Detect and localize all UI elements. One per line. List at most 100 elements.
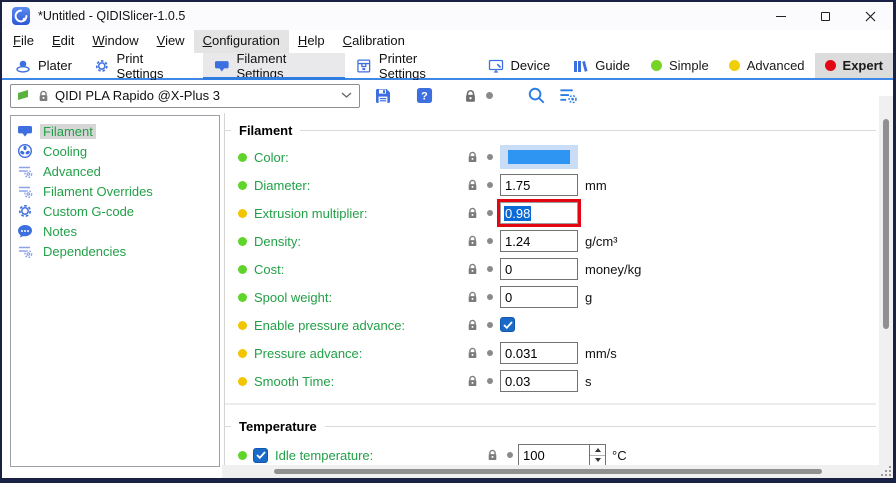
revert-dot-icon[interactable] [487,322,493,328]
sidebar-item-cooling[interactable]: Cooling [11,141,219,161]
sliders-gear-icon [17,163,33,179]
grip-dots-icon [881,466,891,476]
minimize-icon [776,16,786,17]
tab-printer-settings[interactable]: Printer Settings [345,53,476,78]
lock-icon[interactable] [466,262,479,279]
sidebar-label: Dependencies [40,244,129,259]
revert-dot-icon[interactable] [507,452,513,458]
simple-dot-icon [651,60,662,71]
sliders-gear-icon [17,183,33,199]
revert-dot-icon[interactable] [487,210,493,216]
diameter-input[interactable] [500,174,578,196]
setting-row-color: Color: [235,143,876,171]
setting-label: Density: [254,234,301,249]
unit-label: g [585,290,592,305]
lock-icon[interactable] [466,290,479,307]
horizontal-scrollbar[interactable] [222,465,879,478]
sidebar-item-custom-gcode[interactable]: Custom G-code [11,201,219,221]
sidebar-item-filament[interactable]: Filament [11,121,219,141]
spin-up-button[interactable] [590,445,605,456]
selected-text: 0.98 [504,206,531,221]
spool-weight-input[interactable] [500,286,578,308]
sidebar-item-notes[interactable]: Notes [11,221,219,241]
section-title-text: Filament [239,123,292,138]
sidebar-item-filament-overrides[interactable]: Filament Overrides [11,181,219,201]
chevron-down-icon [341,92,352,99]
enable-pressure-advance-checkbox[interactable] [500,317,515,332]
lock-toggle-button[interactable] [463,88,478,104]
tab-label: Guide [595,58,630,73]
revert-dot-icon[interactable] [487,238,493,244]
lock-icon [463,88,478,104]
lock-icon[interactable] [466,234,479,251]
lock-icon[interactable] [466,150,479,167]
menu-edit[interactable]: Edit [43,30,83,53]
setting-label: Pressure advance: [254,346,362,361]
app-logo-icon [12,7,30,25]
revert-dot-icon[interactable] [487,182,493,188]
cost-input[interactable] [500,258,578,280]
fan-icon [17,143,33,159]
help-button[interactable]: ? [416,87,433,104]
revert-dot-icon[interactable] [486,92,493,99]
setting-label: Cost: [254,262,284,277]
idle-temperature-checkbox[interactable] [253,448,268,463]
idle-temperature-input[interactable] [518,444,590,465]
revert-dot-icon[interactable] [487,350,493,356]
menu-file[interactable]: File [4,30,43,53]
save-preset-button[interactable] [374,87,392,105]
vertical-scrollbar-thumb[interactable] [883,119,889,329]
smooth-time-input[interactable] [500,370,578,392]
lock-icon[interactable] [466,374,479,391]
vertical-scrollbar[interactable] [879,96,893,478]
revert-dot-icon[interactable] [487,378,493,384]
setting-row-idle-temperature: Idle temperature: °C [235,441,876,465]
color-swatch[interactable] [500,145,578,169]
advanced-dot-icon [729,60,740,71]
lock-icon[interactable] [466,318,479,335]
pressure-advance-input[interactable] [500,342,578,364]
density-input[interactable] [500,230,578,252]
filament-rows: Color: Diameter: mm Extrusion multiplier… [235,143,876,395]
setting-label: Enable pressure advance: [254,318,405,333]
tab-guide[interactable]: Guide [561,53,641,78]
maximize-button[interactable] [803,2,848,30]
sidebar-item-advanced[interactable]: Advanced [11,161,219,181]
status-dot [238,451,247,460]
search-button[interactable] [527,86,546,105]
tab-filament-settings[interactable]: Filament Settings [203,53,345,78]
mode-simple[interactable]: Simple [641,53,719,78]
gear-icon [17,203,33,219]
revert-dot-icon[interactable] [487,266,493,272]
sidebar-label: Custom G-code [40,204,137,219]
window-title: *Untitled - QIDISlicer-1.0.5 [38,9,185,23]
setting-row-enable-pressure-advance: Enable pressure advance: [235,311,876,339]
tab-label: Device [511,58,551,73]
mode-expert[interactable]: Expert [815,53,893,78]
lock-icon[interactable] [466,178,479,195]
section-divider [225,403,876,405]
tab-print-settings[interactable]: Print Settings [83,53,203,78]
lock-icon[interactable] [466,346,479,363]
revert-dot-icon[interactable] [487,294,493,300]
settings-tab-bar: Plater Print Settings Filament Settings … [2,53,893,80]
minimize-button[interactable] [758,2,803,30]
spin-down-button[interactable] [590,456,605,466]
title-bar[interactable]: *Untitled - QIDISlicer-1.0.5 [2,2,893,30]
close-button[interactable] [848,2,893,30]
lock-icon[interactable] [466,206,479,223]
tab-label: Plater [38,58,72,73]
sidebar-item-dependencies[interactable]: Dependencies [11,241,219,261]
compare-settings-button[interactable] [558,86,578,105]
tab-plater[interactable]: Plater [4,53,83,78]
unit-label: g/cm³ [585,234,618,249]
filament-icon [214,58,230,74]
mode-advanced[interactable]: Advanced [719,53,815,78]
preset-combobox[interactable]: QIDI PLA Rapido @X-Plus 3 [10,84,360,108]
resize-grip[interactable] [879,465,893,478]
lock-icon[interactable] [486,448,499,465]
extrusion-multiplier-input[interactable]: 0.98 [500,202,578,224]
revert-dot-icon[interactable] [487,154,493,160]
horizontal-scrollbar-thumb[interactable] [274,469,822,474]
tab-device[interactable]: Device [477,53,562,78]
